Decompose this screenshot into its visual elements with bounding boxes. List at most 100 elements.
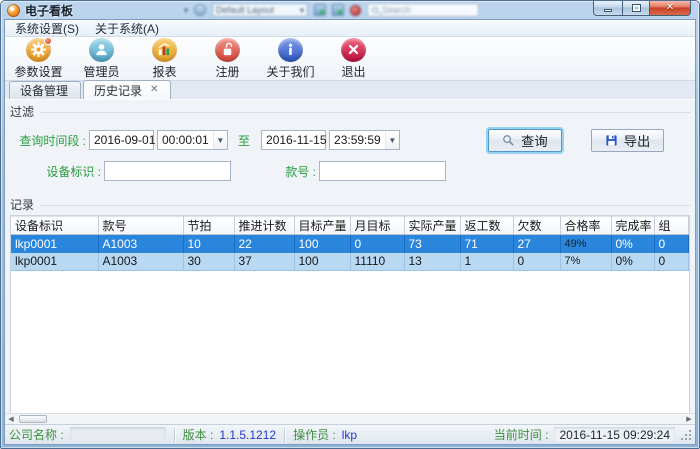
horizontal-scrollbar[interactable]: ◀ ▶ bbox=[5, 413, 695, 424]
column-header[interactable]: 返工数 bbox=[460, 217, 513, 235]
layout-combo[interactable]: Default Layout ▾ bbox=[212, 3, 308, 17]
version-label: 版本 : bbox=[183, 426, 214, 443]
search-input[interactable]: Search bbox=[367, 3, 479, 17]
column-header[interactable]: 合格率 bbox=[560, 217, 611, 235]
scrollbar-thumb[interactable] bbox=[19, 415, 47, 423]
table-cell[interactable]: 27 bbox=[513, 235, 560, 253]
scroll-right-icon[interactable]: ▶ bbox=[683, 414, 695, 424]
tool-icon[interactable] bbox=[332, 4, 344, 16]
table-cell[interactable]: 7% bbox=[560, 253, 611, 271]
maximize-button[interactable] bbox=[622, 1, 650, 16]
style-no-label: 款号 : bbox=[231, 163, 319, 180]
grid-header-row: 设备标识款号节拍推进计数目标产量月目标实际产量返工数欠数合格率完成率组 bbox=[11, 217, 689, 235]
table-cell[interactable]: 49% bbox=[560, 235, 611, 253]
time-to-picker[interactable]: 23:59:59 ▼ bbox=[329, 130, 400, 150]
menu-system-settings[interactable]: 系统设置(S) bbox=[7, 20, 87, 37]
column-header[interactable]: 完成率 bbox=[611, 217, 654, 235]
chart-icon bbox=[152, 38, 177, 62]
table-cell[interactable]: 100 bbox=[294, 253, 350, 271]
tool-icon[interactable] bbox=[314, 4, 326, 16]
table-cell[interactable]: 1 bbox=[460, 253, 513, 271]
chevron-down-icon[interactable]: ▾ bbox=[184, 6, 188, 15]
chevron-down-icon: ▾ bbox=[300, 6, 304, 15]
tab-history-records[interactable]: 历史记录 ✕ bbox=[83, 80, 171, 99]
window-title: 电子看板 bbox=[25, 2, 73, 19]
chevron-down-icon[interactable]: ▼ bbox=[385, 131, 399, 149]
date-to-picker[interactable]: 2016-11-15 ▼ bbox=[261, 130, 326, 150]
table-cell[interactable]: 100 bbox=[294, 235, 350, 253]
table-cell[interactable]: 0% bbox=[611, 253, 654, 271]
operator-label: 操作员 : bbox=[293, 426, 336, 443]
table-row[interactable]: lkp0001A10031022100073712749%0%0 bbox=[11, 235, 689, 253]
app-window: 电子看板 ▾ Default Layout ▾ Search ✕ 系统设置(S) bbox=[0, 0, 700, 449]
window-controls: ✕ bbox=[593, 1, 691, 16]
table-cell[interactable]: 73 bbox=[404, 235, 460, 253]
operator-value: lkp bbox=[342, 428, 357, 442]
close-icon: ✕ bbox=[666, 3, 674, 13]
table-cell[interactable]: lkp0001 bbox=[11, 235, 98, 253]
close-button[interactable]: ✕ bbox=[650, 1, 691, 16]
chevron-down-icon[interactable]: ▼ bbox=[213, 131, 227, 149]
date-to-value: 2016-11-15 bbox=[262, 133, 331, 147]
column-header[interactable]: 设备标识 bbox=[11, 217, 98, 235]
menu-about-system[interactable]: 关于系统(A) bbox=[87, 20, 167, 37]
filter-row-keys: 设备标识 : 款号 : bbox=[9, 160, 691, 182]
tab-close-icon[interactable]: ✕ bbox=[150, 85, 158, 95]
table-cell[interactable]: 22 bbox=[234, 235, 294, 253]
badge-icon bbox=[44, 37, 52, 45]
toolbar-button-label: 参数设置 bbox=[14, 63, 62, 80]
table-cell[interactable]: 71 bbox=[460, 235, 513, 253]
minimize-button[interactable] bbox=[593, 1, 622, 16]
table-row[interactable]: lkp0001A100330371001111013107%0%0 bbox=[11, 253, 689, 271]
status-separator bbox=[284, 428, 285, 442]
table-cell[interactable]: 37 bbox=[234, 253, 294, 271]
time-from-picker[interactable]: 00:00:01 ▼ bbox=[157, 130, 228, 150]
table-cell[interactable]: 0 bbox=[350, 235, 404, 253]
records-group-label: 记录 bbox=[10, 196, 34, 213]
column-header[interactable]: 款号 bbox=[98, 217, 183, 235]
table-cell[interactable]: 0 bbox=[513, 253, 560, 271]
table-cell[interactable]: 10 bbox=[183, 235, 234, 253]
layout-icon[interactable] bbox=[194, 4, 206, 16]
user-icon bbox=[89, 38, 114, 62]
column-header[interactable]: 节拍 bbox=[183, 217, 234, 235]
table-cell[interactable]: lkp0001 bbox=[11, 253, 98, 271]
time-range-label: 查询时间段 : bbox=[9, 132, 89, 149]
toolbar-button-exit[interactable]: 退出 bbox=[322, 38, 385, 80]
query-button[interactable]: 查询 bbox=[488, 129, 562, 152]
date-from-picker[interactable]: 2016-09-01 ▼ bbox=[89, 130, 154, 150]
table-cell[interactable]: 0 bbox=[654, 253, 689, 271]
table-cell[interactable]: 11110 bbox=[350, 253, 404, 271]
tab-strip: 设备管理 历史记录 ✕ bbox=[5, 81, 695, 100]
table-cell[interactable]: A1003 bbox=[98, 253, 183, 271]
minimize-icon bbox=[604, 9, 612, 12]
export-button[interactable]: 导出 bbox=[591, 129, 665, 152]
current-time-value: 2016-11-15 09:29:24 bbox=[554, 427, 675, 442]
scrollbar-track[interactable] bbox=[17, 414, 683, 424]
toolbar-button-administrator[interactable]: 管理员 bbox=[70, 38, 133, 80]
table-cell[interactable]: 13 bbox=[404, 253, 460, 271]
toolbar-button-report[interactable]: 报表 bbox=[133, 38, 196, 80]
history-page: 过滤 查询时间段 : 2016-09-01 ▼ 00:00:01 ▼ 至 bbox=[5, 100, 695, 413]
column-header[interactable]: 欠数 bbox=[513, 217, 560, 235]
toolbar-button-about-us[interactable]: 关于我们 bbox=[259, 38, 322, 80]
toolbar-button-register[interactable]: 注册 bbox=[196, 38, 259, 80]
current-time-label: 当前时间 : bbox=[494, 426, 549, 443]
device-id-input[interactable] bbox=[104, 161, 231, 181]
toolbar-button-parameter-settings[interactable]: 参数设置 bbox=[7, 38, 70, 80]
column-header[interactable]: 目标产量 bbox=[294, 217, 350, 235]
record-icon[interactable] bbox=[350, 5, 361, 16]
style-no-input[interactable] bbox=[319, 161, 446, 181]
column-header[interactable]: 推进计数 bbox=[234, 217, 294, 235]
table-cell[interactable]: 0 bbox=[654, 235, 689, 253]
resize-grip[interactable] bbox=[681, 430, 691, 440]
table-cell[interactable]: 30 bbox=[183, 253, 234, 271]
query-button-label: 查询 bbox=[521, 131, 548, 150]
scroll-left-icon[interactable]: ◀ bbox=[5, 414, 17, 424]
column-header[interactable]: 组 bbox=[654, 217, 689, 235]
column-header[interactable]: 实际产量 bbox=[404, 217, 460, 235]
table-cell[interactable]: A1003 bbox=[98, 235, 183, 253]
table-cell[interactable]: 0% bbox=[611, 235, 654, 253]
column-header[interactable]: 月目标 bbox=[350, 217, 404, 235]
tab-device-management[interactable]: 设备管理 bbox=[9, 81, 81, 99]
